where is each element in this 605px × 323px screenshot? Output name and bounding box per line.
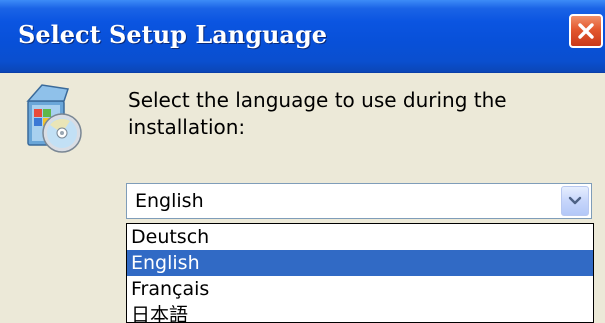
language-dropdown-list[interactable]: Deutsch English Français 日本語 xyxy=(126,223,594,323)
language-option-deutsch[interactable]: Deutsch xyxy=(127,224,593,250)
title-bar[interactable]: Select Setup Language xyxy=(0,0,605,73)
dialog-body: Select the language to use during the in… xyxy=(0,73,605,323)
window-title: Select Setup Language xyxy=(18,20,328,49)
instruction-text: Select the language to use during the in… xyxy=(128,88,507,139)
setup-cd-icon xyxy=(26,84,82,153)
chevron-down-icon xyxy=(568,196,582,205)
close-icon xyxy=(578,23,594,39)
close-button[interactable] xyxy=(569,14,603,48)
language-option-english[interactable]: English xyxy=(127,250,593,276)
dropdown-arrow-button[interactable] xyxy=(561,186,589,216)
language-combobox[interactable]: English xyxy=(126,183,592,219)
language-option-francais[interactable]: Français xyxy=(127,276,593,302)
language-selected-value: English xyxy=(135,190,204,212)
